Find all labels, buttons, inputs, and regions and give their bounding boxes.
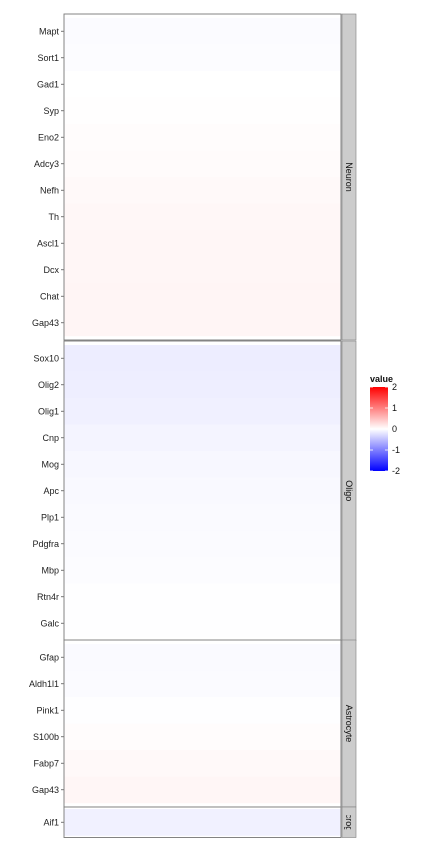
heatmap-tile bbox=[64, 557, 341, 584]
y-tick-label: Pink1 bbox=[36, 705, 59, 715]
heatmap-tile bbox=[64, 398, 341, 425]
heatmap-tile bbox=[64, 583, 341, 611]
y-tick-label: Cnp bbox=[42, 433, 59, 443]
heatmap-tile bbox=[64, 644, 341, 671]
y-tick-label: Gfap bbox=[39, 652, 59, 662]
heatmap-tile bbox=[64, 97, 341, 125]
y-tick-label: Fabp7 bbox=[33, 758, 59, 768]
legend-tick-label: 0 bbox=[392, 424, 397, 434]
y-tick-label: Apc bbox=[43, 486, 59, 496]
y-tick-label: Gap43 bbox=[32, 318, 59, 328]
heatmap-tile bbox=[64, 504, 341, 531]
y-tick-label: Olig1 bbox=[38, 406, 59, 416]
y-tick-label: Mog bbox=[41, 459, 59, 469]
y-tick-label: Ascl1 bbox=[37, 238, 59, 248]
facet-strip-label: Astrocyte bbox=[344, 705, 354, 743]
facet-strip-label: Oligo bbox=[344, 480, 354, 501]
y-tick-label: Eno2 bbox=[38, 132, 59, 142]
facet-strip-label: Neuron bbox=[344, 162, 354, 192]
heatmap-tile bbox=[64, 610, 341, 637]
legend-tick-label: 2 bbox=[392, 382, 397, 392]
y-tick-label: Pdgfra bbox=[32, 539, 59, 549]
heatmap-tile bbox=[64, 345, 341, 372]
heatmap-tile bbox=[64, 477, 341, 505]
y-tick-label: Mbp bbox=[41, 565, 59, 575]
y-tick-label: Sort1 bbox=[37, 53, 59, 63]
color-legend: value2 1 0 -1 -2 bbox=[370, 374, 400, 476]
y-tick-label: Th bbox=[48, 212, 59, 222]
y-tick-label: Dcx bbox=[44, 265, 60, 275]
panel-microglia: Aif1 Microglia bbox=[43, 806, 357, 838]
y-tick-label: Galc bbox=[40, 618, 59, 628]
heatmap-tile bbox=[64, 424, 341, 452]
y-tick-label: Aif1 bbox=[43, 817, 59, 827]
legend-tick-label: -1 bbox=[392, 445, 400, 455]
panel-neuron: Mapt Sort1 Gad1 Syp Eno2 Adcy3 Nefh Th Ascl1 Dcx C… bbox=[32, 13, 357, 341]
heatmap-tile bbox=[64, 776, 341, 804]
y-tick-label: Sox10 bbox=[33, 353, 59, 363]
y-tick-label: Nefh bbox=[40, 185, 59, 195]
heatmap-chart: Mapt Sort1 Gad1 Syp Eno2 Adcy3 Nefh Th Ascl1 Dcx C… bbox=[29, 13, 400, 838]
panel-oligo: Sox10 Olig2 Olig1 Cnp Mog Apc Plp1 Pdgfra Mbp Rtn… bbox=[32, 340, 357, 641]
y-tick-label: Gap43 bbox=[32, 785, 59, 795]
heatmap-tile bbox=[64, 177, 341, 204]
heatmap-tile bbox=[64, 256, 341, 284]
y-tick-label: S100b bbox=[33, 732, 59, 742]
panel-astrocyte: Gfap Aldh1l1 Pink1 S100b Fabp7 Gap43 Astrocyte bbox=[29, 639, 357, 808]
heatmap-tile bbox=[64, 283, 341, 310]
y-tick-label: Rtn4r bbox=[37, 592, 59, 602]
y-tick-label: Chat bbox=[40, 291, 60, 301]
y-tick-label: Syp bbox=[43, 106, 59, 116]
heatmap-tile bbox=[64, 71, 341, 98]
heatmap-tile bbox=[64, 530, 341, 558]
legend-title: value bbox=[370, 374, 393, 384]
legend-tick-label: 1 bbox=[392, 403, 397, 413]
heatmap-tile bbox=[64, 18, 341, 45]
heatmap-tile bbox=[64, 750, 341, 777]
heatmap-tile bbox=[64, 44, 341, 72]
heatmap-tile bbox=[64, 670, 341, 698]
heatmap-tile bbox=[64, 124, 341, 151]
legend-tick-label: -2 bbox=[392, 466, 400, 476]
y-tick-label: Gad1 bbox=[37, 79, 59, 89]
heatmap-tile bbox=[64, 371, 341, 399]
heatmap-tile bbox=[64, 809, 341, 836]
heatmap-tile bbox=[64, 723, 341, 751]
y-tick-label: Adcy3 bbox=[34, 159, 59, 169]
y-tick-label: Plp1 bbox=[41, 512, 59, 522]
heatmap-tile bbox=[64, 230, 341, 257]
y-tick-label: Mapt bbox=[39, 26, 60, 36]
heatmap-tile bbox=[64, 451, 341, 478]
heatmap-tile bbox=[64, 150, 341, 178]
y-tick-label: Aldh1l1 bbox=[29, 679, 59, 689]
y-tick-label: Olig2 bbox=[38, 380, 59, 390]
heatmap-tile bbox=[64, 697, 341, 724]
heatmap-tile bbox=[64, 309, 341, 337]
heatmap-tile bbox=[64, 203, 341, 231]
